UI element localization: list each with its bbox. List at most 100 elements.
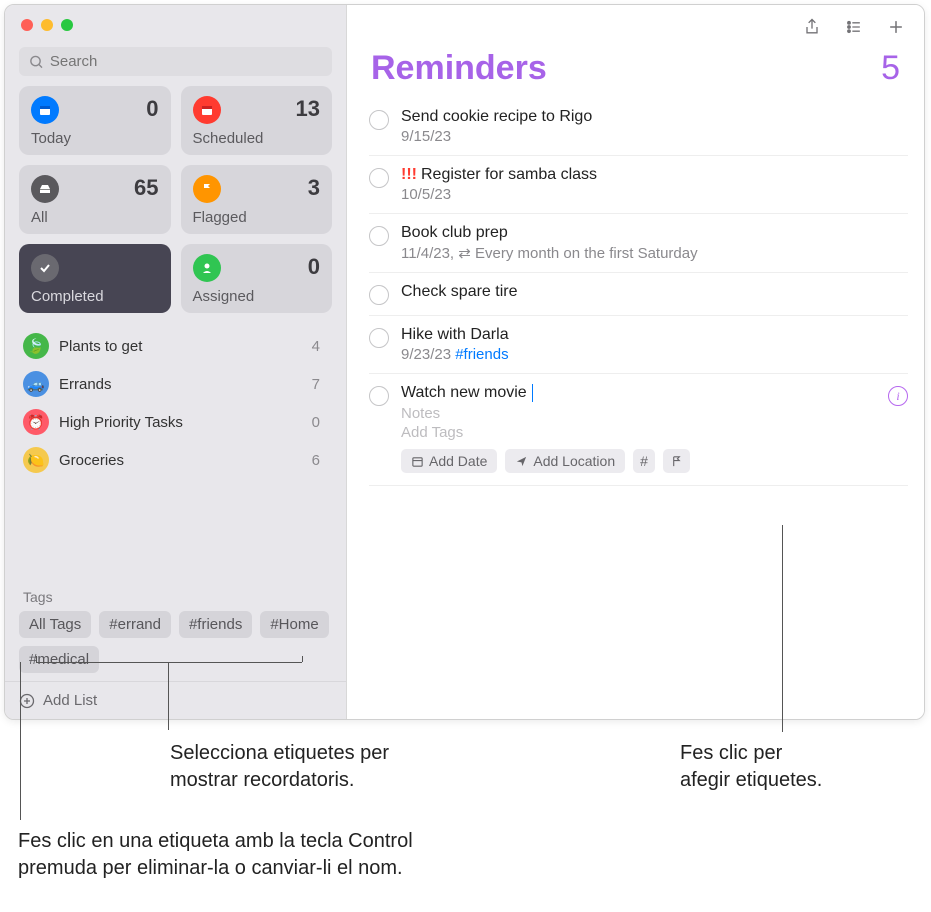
add-item-icon[interactable] (886, 17, 906, 37)
reminder-item[interactable]: !!! Register for samba class 10/5/23 (369, 156, 908, 214)
smart-completed-label: Completed (31, 288, 159, 305)
smart-all[interactable]: 65 All (19, 165, 171, 234)
smart-lists: 0 Today 13 Scheduled 65 All 3 Flagged (5, 86, 346, 323)
location-icon (515, 455, 528, 468)
reminder-item[interactable]: Send cookie recipe to Rigo 9/15/23 (369, 98, 908, 156)
fullscreen-button[interactable] (61, 19, 73, 31)
list-item[interactable]: 🍃 Plants to get 4 (5, 327, 346, 365)
share-icon[interactable] (802, 17, 822, 37)
tag-pill[interactable]: #Home (260, 611, 328, 638)
item-subtitle: 10/5/23 (401, 186, 908, 203)
list-name: Errands (59, 376, 112, 393)
tag-link[interactable]: #friends (455, 346, 508, 363)
list-item[interactable]: 🍋 Groceries 6 (5, 441, 346, 479)
completion-circle[interactable] (369, 386, 389, 406)
smart-flagged[interactable]: 3 Flagged (181, 165, 333, 234)
list-icon: 🍃 (23, 333, 49, 359)
search-field[interactable] (19, 47, 332, 76)
info-button[interactable]: i (888, 386, 908, 406)
smart-all-count: 65 (134, 175, 158, 201)
item-title: !!! Register for samba class (401, 166, 908, 184)
smart-today-count: 0 (146, 96, 158, 122)
reminder-items: Send cookie recipe to Rigo 9/15/23 !!! Re… (347, 98, 924, 486)
calendar-icon (411, 455, 424, 468)
list-icon: ⏰ (23, 409, 49, 435)
smart-assigned[interactable]: 0 Assigned (181, 244, 333, 313)
app-window: 0 Today 13 Scheduled 65 All 3 Flagged (4, 4, 925, 720)
close-button[interactable] (21, 19, 33, 31)
list-name: Groceries (59, 452, 124, 469)
checkmark-icon (31, 254, 59, 282)
add-tag-button[interactable]: # (633, 449, 655, 473)
smart-today[interactable]: 0 Today (19, 86, 171, 155)
text-cursor (532, 384, 533, 402)
main-panel: Reminders 5 Send cookie recipe to Rigo 9/… (347, 5, 924, 719)
list-header: Reminders 5 (347, 43, 924, 98)
reminder-item[interactable]: Hike with Darla9/23/23 #friends (369, 316, 908, 374)
tag-pill[interactable]: #friends (179, 611, 252, 638)
item-subtitle: 9/15/23 (401, 128, 908, 145)
item-title: Book club prep (401, 224, 908, 242)
list-item[interactable]: 🚙 Errands 7 (5, 365, 346, 403)
add-location-button[interactable]: Add Location (505, 449, 625, 473)
item-title-editing[interactable]: Watch new movie (401, 384, 876, 402)
smart-scheduled-count: 13 (296, 96, 320, 122)
callout-control-click: Fes clic en una etiqueta amb la tecla Co… (18, 828, 413, 882)
reminder-item[interactable]: Book club prep 11/4/23, ⇄ Every month on … (369, 214, 908, 273)
plus-circle-icon (19, 693, 35, 709)
smart-assigned-count: 0 (308, 254, 320, 280)
smart-all-label: All (31, 209, 159, 226)
list-icon: 🚙 (23, 371, 49, 397)
sidebar: 0 Today 13 Scheduled 65 All 3 Flagged (5, 5, 347, 719)
list-count: 7 (312, 376, 326, 393)
reminder-item[interactable]: Check spare tire (369, 273, 908, 316)
smart-flagged-count: 3 (308, 175, 320, 201)
window-controls (5, 5, 346, 41)
smart-scheduled[interactable]: 13 Scheduled (181, 86, 333, 155)
flag-icon (670, 455, 683, 468)
add-date-button[interactable]: Add Date (401, 449, 497, 473)
list-title: Reminders (371, 49, 547, 88)
completion-circle[interactable] (369, 328, 389, 348)
callout-add-tags: Fes clic per afegir etiquetes. (680, 740, 822, 794)
list-count: 0 (312, 414, 326, 431)
add-list-button[interactable]: Add List (5, 681, 346, 719)
list-item[interactable]: ⏰ High Priority Tasks 0 (5, 403, 346, 441)
completion-circle[interactable] (369, 285, 389, 305)
tray-icon (31, 175, 59, 203)
view-options-icon[interactable] (844, 17, 864, 37)
smart-assigned-label: Assigned (193, 288, 321, 305)
smart-completed[interactable]: Completed (19, 244, 171, 313)
list-name: Plants to get (59, 338, 142, 355)
search-icon (29, 54, 44, 70)
flag-icon (193, 175, 221, 203)
minimize-button[interactable] (41, 19, 53, 31)
add-list-label: Add List (43, 692, 97, 709)
priority-marker: !!! (401, 166, 417, 184)
completion-circle[interactable] (369, 226, 389, 246)
person-icon (193, 254, 221, 282)
list-name: High Priority Tasks (59, 414, 183, 431)
list-icon: 🍋 (23, 447, 49, 473)
list-count: 5 (881, 49, 900, 88)
smart-flagged-label: Flagged (193, 209, 321, 226)
reminder-item-editing[interactable]: Watch new movie Notes Add Tags Add Date … (369, 374, 908, 486)
tag-pill[interactable]: All Tags (19, 611, 91, 638)
add-tags-placeholder[interactable]: Add Tags (401, 424, 876, 441)
completion-circle[interactable] (369, 110, 389, 130)
notes-placeholder[interactable]: Notes (401, 405, 876, 422)
hash-icon: # (640, 453, 648, 469)
list-count: 6 (312, 452, 326, 469)
tag-pill[interactable]: #errand (99, 611, 171, 638)
item-title: Hike with Darla (401, 326, 908, 344)
tag-pills: All Tags #errand #friends #Home #medical (5, 611, 346, 681)
callout-select-tags: Selecciona etiquetes per mostrar recorda… (170, 740, 389, 794)
tag-pill[interactable]: #medical (19, 646, 99, 673)
completion-circle[interactable] (369, 168, 389, 188)
item-title: Send cookie recipe to Rigo (401, 108, 908, 126)
add-flag-button[interactable] (663, 449, 690, 473)
search-input[interactable] (50, 53, 322, 70)
list-count: 4 (312, 338, 326, 355)
item-subtitle: 11/4/23, ⇄ Every month on the first Satu… (401, 244, 908, 262)
calendar-today-icon (31, 96, 59, 124)
